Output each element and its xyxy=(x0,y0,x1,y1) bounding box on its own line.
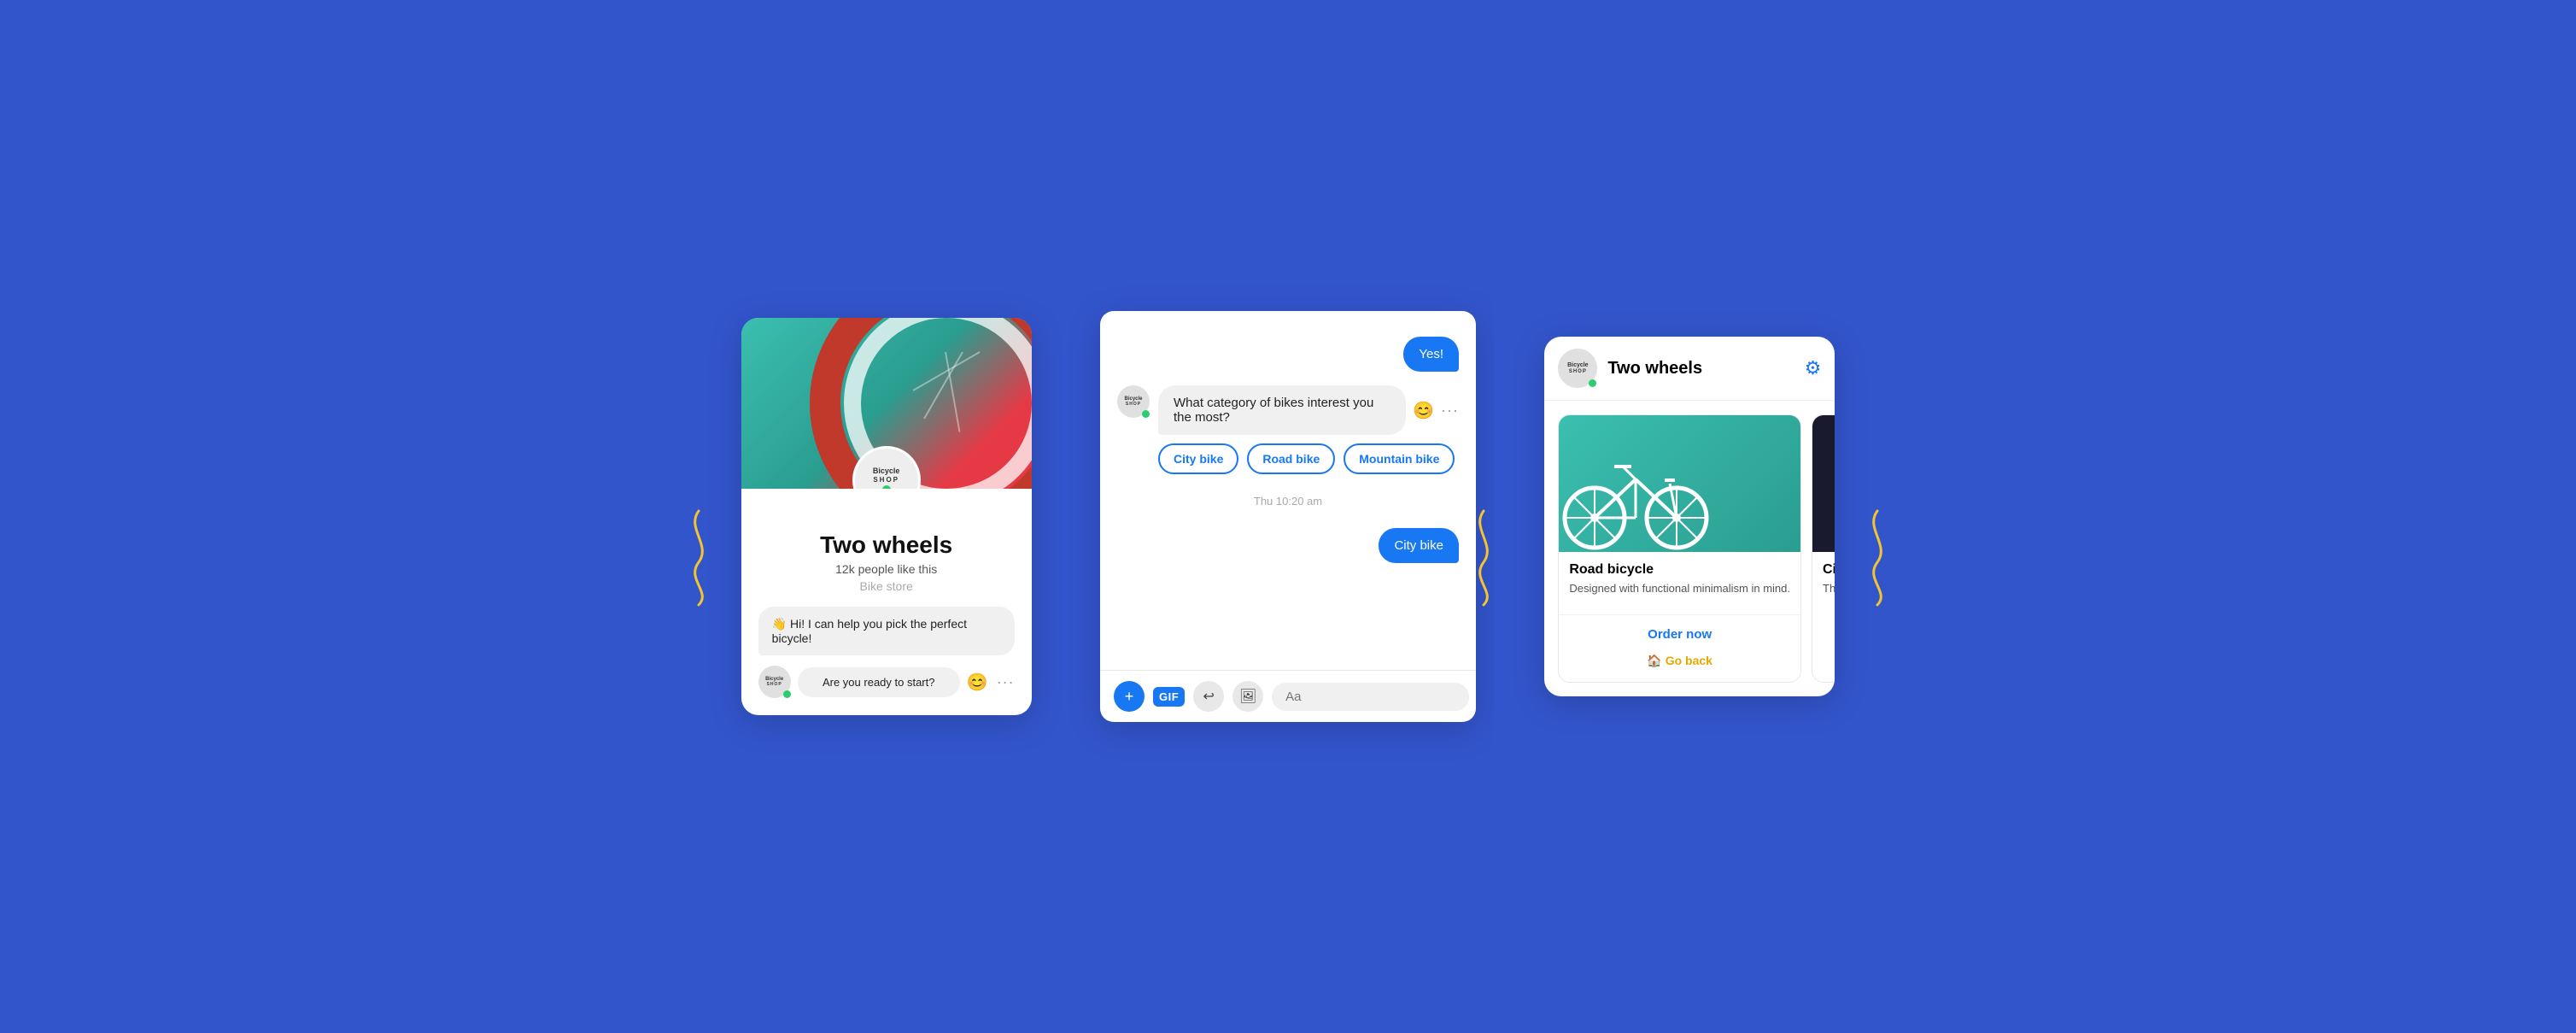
online-dot xyxy=(783,690,791,698)
product-desc-city: The pe the far xyxy=(1823,581,1835,596)
product-panel: Bicycle SHOP Two wheels ⚙ xyxy=(1544,337,1835,696)
add-button[interactable]: + xyxy=(1114,681,1145,712)
product-card-body-city: City sp The pe the far xyxy=(1812,552,1835,607)
phone-body: Two wheels 12k people like this Bike sto… xyxy=(741,489,1032,715)
online-dot-p1 xyxy=(882,485,891,489)
chat-input-bar: + GIF ↩ 🖼 😊 👍 xyxy=(1100,670,1476,722)
message-input[interactable] xyxy=(1272,683,1469,711)
quick-replies: City bike Road bike Mountain bike xyxy=(1158,443,1459,474)
page-title-p1: Two wheels xyxy=(758,531,1015,559)
more-options-p1[interactable]: ··· xyxy=(997,673,1015,691)
online-dot-p3 xyxy=(1589,379,1596,387)
product-card-city: City sp The pe the far xyxy=(1812,414,1835,682)
product-image-city xyxy=(1812,415,1835,552)
product-image-road xyxy=(1559,415,1800,552)
brand-logo-p3: Bicycle SHOP xyxy=(1558,349,1597,388)
product-desc-road: Designed with functional minimalism in m… xyxy=(1569,581,1790,596)
emoji-reaction-chat[interactable]: 😊 xyxy=(1413,400,1434,421)
online-dot-chat xyxy=(1142,410,1150,418)
reply-city-bike[interactable]: City bike xyxy=(1158,443,1238,474)
greeting-bubble: 👋 Hi! I can help you pick the perfect bi… xyxy=(758,607,1015,655)
image-button[interactable]: 🖼 xyxy=(1232,681,1263,712)
question-bubble-p1: Are you ready to start? xyxy=(798,667,960,697)
header-image: Bicycle SHOP xyxy=(741,318,1032,489)
bot-avatar-chat: Bicycle SHOP xyxy=(1117,385,1150,418)
panel-chat: Yes! Bicycle SHOP What category of bikes… xyxy=(1082,285,1493,748)
bot-avatar-p1: Bicycle SHOP xyxy=(758,666,791,698)
panel-facebook-page: Bicycle SHOP Two wheels 12k people like … xyxy=(690,285,1082,748)
chat-window: Yes! Bicycle SHOP What category of bikes… xyxy=(1100,311,1476,722)
gif-button[interactable]: GIF xyxy=(1153,687,1185,707)
order-now-button[interactable]: Order now xyxy=(1569,624,1790,645)
user-bubble-yes: Yes! xyxy=(1403,337,1459,372)
product-scroll: Road bicycle Designed with functional mi… xyxy=(1544,401,1835,696)
product-header: Bicycle SHOP Two wheels ⚙ xyxy=(1544,337,1835,401)
msg-yes: Yes! xyxy=(1117,337,1459,372)
product-actions-road: Order now 🏠 Go back xyxy=(1559,614,1800,682)
phone-card: Bicycle SHOP Two wheels 12k people like … xyxy=(741,318,1032,715)
reply-mountain-bike[interactable]: Mountain bike xyxy=(1344,443,1455,474)
msg-bot-question-row: Bicycle SHOP What category of bikes inte… xyxy=(1117,385,1459,474)
settings-icon[interactable]: ⚙ xyxy=(1805,357,1822,379)
product-title-city: City sp xyxy=(1823,562,1835,578)
emoji-reaction-p1[interactable]: 😊 xyxy=(967,672,988,693)
reply-road-bike[interactable]: Road bike xyxy=(1247,443,1335,474)
chat-timestamp: Thu 10:20 am xyxy=(1117,495,1459,508)
more-options-chat[interactable]: ··· xyxy=(1441,402,1459,420)
page-likes: 12k people like this xyxy=(758,562,1015,576)
reply-icon-button[interactable]: ↩ xyxy=(1193,681,1224,712)
chat-messages: Yes! Bicycle SHOP What category of bikes… xyxy=(1100,311,1476,670)
product-card-body-road: Road bicycle Designed with functional mi… xyxy=(1559,552,1800,607)
chat-actions-p1: 😊 ··· xyxy=(967,672,1015,693)
chat-row-p1: Bicycle SHOP Are you ready to start? 😊 ·… xyxy=(758,666,1015,698)
product-title-road: Road bicycle xyxy=(1569,562,1790,578)
product-card-road: Road bicycle Designed with functional mi… xyxy=(1558,414,1801,682)
user-bubble-city-bike: City bike xyxy=(1379,528,1459,563)
msg-city-bike: City bike xyxy=(1117,528,1459,563)
go-back-button[interactable]: 🏠 Go back xyxy=(1569,650,1790,672)
bot-question-bubble: What category of bikes interest you the … xyxy=(1158,385,1406,435)
panel-product: Bicycle SHOP Two wheels ⚙ xyxy=(1494,285,1886,748)
header-title-p3: Two wheels xyxy=(1607,359,1804,379)
page-category: Bike store xyxy=(758,579,1015,593)
